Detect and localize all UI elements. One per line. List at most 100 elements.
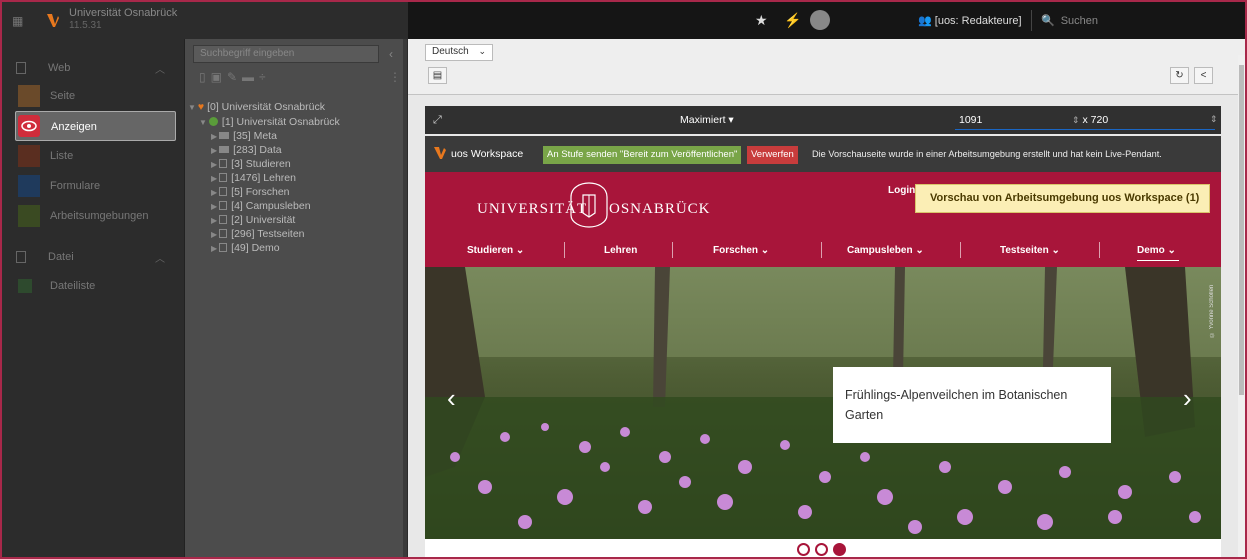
module-group-datei[interactable]: Datei ︿ — [2, 245, 184, 269]
tree-toolbar[interactable]: ▯▣✎▬÷ — [199, 70, 271, 84]
language-select[interactable]: Deutsch ⌄ — [425, 44, 493, 61]
collapsed-arrow-icon[interactable]: ▶ — [211, 160, 217, 169]
tree-node[interactable]: ▶ [49] Demo — [211, 243, 280, 254]
app-grid-icon[interactable]: ▦ — [12, 15, 24, 27]
module-arbeitsumgebungen[interactable]: Arbeitsumgebungen — [2, 201, 184, 231]
nav-lehren[interactable]: Lehren — [604, 245, 637, 256]
workspace-module-icon — [18, 205, 40, 227]
view-page-button[interactable]: ▤ — [428, 67, 447, 84]
collapsed-arrow-icon[interactable]: ▶ — [211, 244, 217, 253]
collapsed-arrow-icon[interactable]: ▶ — [211, 146, 217, 155]
filter-icon[interactable]: ▣ — [211, 70, 227, 84]
module-seite[interactable]: Seite — [2, 81, 184, 111]
tree-node-root[interactable]: ▼ ♥ [0] Universität Osnabrück — [188, 102, 325, 113]
tree-node[interactable]: ▶ [296] Testseiten — [211, 229, 305, 240]
collapsed-arrow-icon[interactable]: ▶ — [211, 174, 217, 183]
width-spinner-icon[interactable]: ⇕ — [1072, 115, 1080, 125]
share-button[interactable]: < — [1194, 67, 1213, 84]
app-window: ▦ Universität Osnabrück 11.5.31 ★ ⚡ 👥 [u… — [0, 0, 1247, 559]
scrollbar-thumb[interactable] — [1239, 65, 1244, 395]
user-avatar-icon[interactable] — [810, 10, 830, 30]
collapsed-arrow-icon[interactable]: ▶ — [211, 132, 217, 141]
slider-prev-icon[interactable]: ‹ — [447, 385, 456, 411]
site-header: UNIVERSITÄT OSNABRÜCK Login Vorschau von… — [425, 172, 1221, 267]
content-area: Deutsch ⌄ ▤ ↻ < ⤢ Maximiert ▾ 1091 ⇕ x 72… — [408, 39, 1245, 557]
tree-node[interactable]: ▶ [35] Meta — [211, 131, 277, 142]
module-label: Dateiliste — [50, 280, 96, 292]
site-name: Universität Osnabrück — [69, 7, 178, 19]
nav-forschen[interactable]: Forschen ⌄ — [713, 245, 769, 256]
folder-icon — [219, 132, 230, 139]
expand-arrow-icon[interactable]: ▼ — [188, 103, 196, 112]
page-icon — [219, 243, 228, 252]
slider-pagination — [797, 543, 851, 557]
send-to-stage-button[interactable]: An Stufe senden "Bereit zum Veröffentlic… — [543, 146, 742, 164]
nav-studieren[interactable]: Studieren ⌄ — [467, 245, 524, 256]
nav-testseiten[interactable]: Testseiten ⌄ — [1000, 245, 1060, 256]
tree-node[interactable]: ▶ [2] Universität — [211, 215, 295, 226]
user-group[interactable]: 👥 [uos: Redakteure] — [918, 14, 1022, 27]
nav-campusleben[interactable]: Campusleben ⌄ — [847, 245, 924, 256]
eye-icon — [18, 115, 40, 137]
module-formulare[interactable]: Formulare — [2, 171, 184, 201]
collapsed-arrow-icon[interactable]: ▶ — [211, 202, 217, 211]
collapse-tree-icon[interactable]: ‹ — [389, 47, 393, 61]
collapsed-arrow-icon[interactable]: ▶ — [211, 230, 217, 239]
university-logo[interactable]: UNIVERSITÄT OSNABRÜCK — [477, 181, 747, 231]
discard-button[interactable]: Verwerfen — [747, 146, 798, 164]
nav-demo[interactable]: Demo ⌄ — [1137, 245, 1176, 256]
expand-arrow-icon[interactable]: ▼ — [199, 118, 207, 127]
folder-icon[interactable]: ▬ — [242, 70, 259, 84]
site-navigation: Studieren ⌄ Lehren Forschen ⌄ Campuslebe… — [425, 242, 1221, 267]
refresh-button[interactable]: ↻ — [1170, 67, 1189, 84]
tree-node-label: [35] Meta — [233, 130, 277, 142]
new-page-icon[interactable]: ▯ — [199, 70, 211, 84]
viewport-height-input[interactable]: ⇕ x 720 — [1072, 114, 1108, 126]
preview-scrollbar[interactable] — [1238, 55, 1245, 557]
module-anzeigen[interactable]: Anzeigen — [15, 111, 176, 141]
tree-node[interactable]: ▶ [4] Campusleben — [211, 201, 311, 212]
slider-dot[interactable] — [815, 543, 828, 556]
collapsed-arrow-icon[interactable]: ▶ — [211, 216, 217, 225]
resize-icon[interactable]: ⤢ — [433, 114, 442, 127]
global-search[interactable]: 🔍 Suchen — [1041, 14, 1098, 27]
module-label: Anzeigen — [51, 121, 97, 133]
edit-icon[interactable]: ✎ — [227, 70, 242, 84]
viewport-preset-select[interactable]: Maximiert ▾ — [680, 114, 734, 126]
page-tree-panel: Suchbegriff eingeben ‹ ▯▣✎▬÷ ⋮ ▼ ♥ [0] Un… — [184, 39, 407, 557]
workspace-preview-badge: Vorschau von Arbeitsumgebung uos Workspa… — [915, 184, 1210, 213]
page-icon — [219, 215, 228, 224]
viewport-height-label: x 720 — [1082, 114, 1109, 126]
workspace-info-text: Die Vorschauseite wurde in einer Arbeits… — [812, 149, 1162, 159]
workspace-bar: uos Workspace An Stufe senden "Bereit zu… — [425, 136, 1221, 172]
slider-dot[interactable] — [797, 543, 810, 556]
more-options-icon[interactable]: ⋮ — [389, 70, 401, 84]
bookmark-star-icon[interactable]: ★ — [755, 13, 768, 27]
height-spinner-icon[interactable]: ⇕ — [1210, 114, 1218, 125]
typo3-root-icon: ♥ — [197, 101, 205, 113]
flash-icon[interactable]: ⚡ — [784, 13, 801, 27]
chevron-up-icon: ︿ — [155, 254, 165, 265]
viewport-width-input[interactable]: 1091 — [959, 114, 982, 126]
module-label: Arbeitsumgebungen — [50, 210, 149, 222]
module-dateiliste[interactable]: Dateiliste — [2, 271, 184, 301]
tree-node[interactable]: ▶ [283] Data — [211, 145, 282, 156]
module-group-web[interactable]: Web ︿ — [2, 56, 184, 80]
width-input-underline — [955, 129, 1085, 130]
module-liste[interactable]: Liste — [2, 141, 184, 171]
slider-dot-active[interactable] — [833, 543, 846, 556]
filelist-module-icon — [18, 279, 32, 293]
divider-icon[interactable]: ÷ — [259, 70, 271, 84]
tree-node[interactable]: ▶ [1476] Lehren — [211, 173, 296, 184]
slider-next-icon[interactable]: › — [1183, 385, 1192, 411]
tree-node-site[interactable]: ▼ [1] Universität Osnabrück — [199, 117, 340, 128]
tree-node[interactable]: ▶ [3] Studieren — [211, 159, 291, 170]
login-link[interactable]: Login — [888, 185, 915, 196]
page-module-icon — [18, 85, 40, 107]
tree-search-input[interactable]: Suchbegriff eingeben — [193, 45, 379, 63]
workspace-name: uos Workspace — [451, 148, 524, 160]
tree-node[interactable]: ▶ [5] Forschen — [211, 187, 290, 198]
collapsed-arrow-icon[interactable]: ▶ — [211, 188, 217, 197]
page-icon — [219, 173, 228, 182]
tree-resize-handle[interactable] — [403, 39, 407, 557]
